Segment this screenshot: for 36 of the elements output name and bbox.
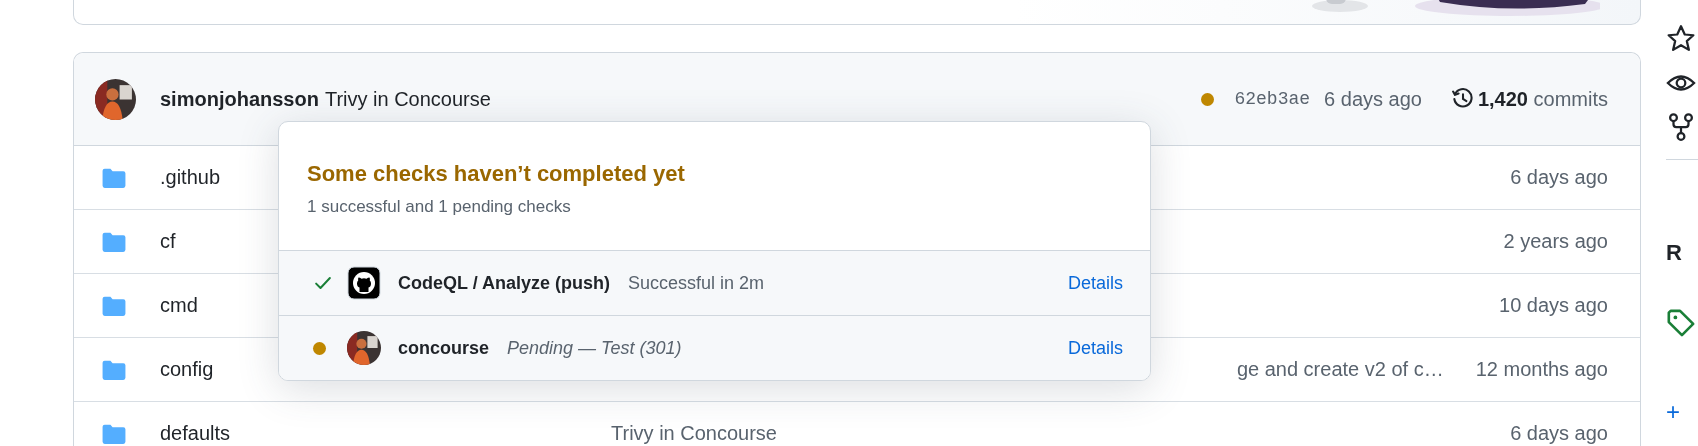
section-heading: R	[1666, 240, 1683, 266]
folder-icon	[102, 295, 126, 316]
check-name: CodeQL / Analyze (push)	[398, 272, 611, 294]
folder-icon	[102, 231, 126, 252]
commits-link[interactable]: 1,420 commits	[1451, 87, 1608, 111]
file-name[interactable]: defaults	[160, 422, 611, 445]
details-link[interactable]: Details	[1067, 337, 1123, 359]
check-name: concourse	[398, 337, 490, 359]
history-icon	[1451, 88, 1474, 110]
commit-time: 10 days ago	[1499, 294, 1608, 317]
details-link[interactable]: Details	[1067, 272, 1123, 294]
popup-summary: 1 successful and 1 pending checks	[307, 197, 572, 217]
add-link[interactable]: +	[1666, 398, 1698, 426]
commit-message[interactable]: Trivy in Concourse	[324, 87, 491, 111]
commit-time: 6 days ago	[1510, 166, 1608, 189]
check-description: Successful in 2m	[628, 272, 765, 294]
folder-icon	[102, 167, 126, 188]
commit-sha[interactable]: 62eb3ae	[1234, 89, 1311, 109]
app-icon	[347, 266, 381, 300]
status-dot[interactable]	[1201, 92, 1215, 106]
fork-icon[interactable]	[1666, 112, 1696, 142]
folder-icon	[102, 359, 126, 380]
check-description: Pending — Test (301)	[507, 337, 682, 359]
avatar	[95, 78, 136, 120]
popup-title: Some checks haven’t completed yet	[307, 161, 686, 187]
folder-icon	[102, 423, 126, 444]
avatar	[347, 331, 381, 365]
commit-time: 6 days ago	[1324, 87, 1422, 111]
commit-message[interactable]: ge and create v2 of c…	[1236, 358, 1444, 381]
author-name[interactable]: simonjohansson	[160, 87, 319, 111]
tag-icon	[1666, 308, 1696, 338]
commit-message[interactable]: Trivy in Concourse	[611, 422, 777, 445]
star-icon[interactable]	[1666, 24, 1696, 54]
commit-time: 6 days ago	[1510, 422, 1608, 445]
commit-time: 12 months ago	[1475, 358, 1608, 381]
commit-time: 2 years ago	[1503, 230, 1608, 253]
